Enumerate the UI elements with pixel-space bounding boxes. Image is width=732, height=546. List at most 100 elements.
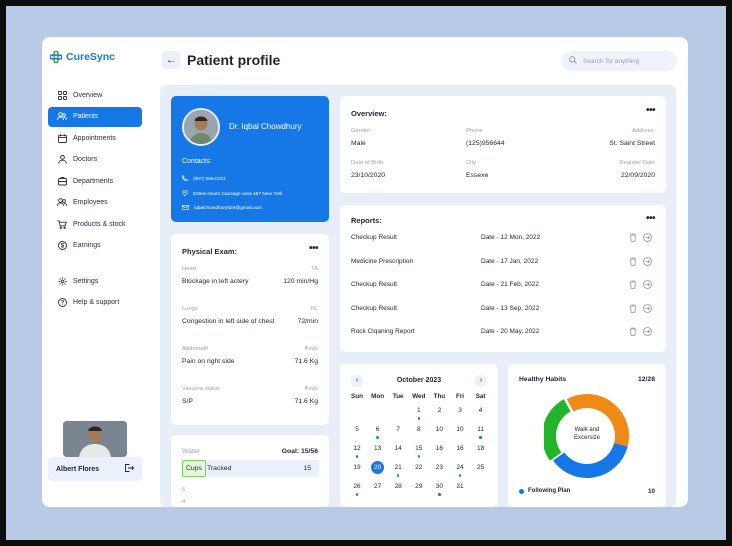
sidebar-item-products-stock[interactable]: Products & stock [48,214,142,234]
logo[interactable]: CureSync [50,51,115,63]
sidebar-item-settings[interactable]: Settings [48,271,142,291]
report-row[interactable]: Rock Clqaning Report Date - 20 May, 2022 [351,327,652,340]
arrow-right-circle-icon[interactable] [643,327,652,338]
calendar-day[interactable]: 8 [409,426,429,433]
legend-value: 10 [647,488,655,495]
calendar-day[interactable]: 25 [471,464,491,471]
event-dot [376,436,379,439]
trash-icon[interactable] [629,257,637,268]
overview-label: Gender [351,128,371,134]
calendar-day[interactable]: 29 [409,483,429,490]
exam-value: S/P [182,398,193,405]
calendar-day[interactable]: 16 [429,445,449,452]
overview-value: Male [351,140,366,147]
user-card[interactable]: Albert Flores [48,457,142,481]
calendar-day[interactable]: 26 [347,483,367,490]
report-row[interactable]: Checkup Result Date - 12 Mon, 2022 [351,233,652,246]
location-icon [182,189,188,198]
calendar-day[interactable]: 11 [471,426,491,433]
logout-icon[interactable] [125,464,135,474]
app-window: CureSync Overview Patients Appointments … [42,37,688,507]
report-row[interactable]: Medicine Prescription Date - 17 Jan, 2022 [351,256,652,270]
calendar-day[interactable]: 2 [429,407,449,414]
calendar-day[interactable]: 7 [388,426,408,433]
contact-email: iqbalchowdhury628@gmail.com [182,205,262,212]
trash-icon[interactable] [629,280,637,291]
calendar-day[interactable]: 10 [429,426,449,433]
page-title: Patient profile [187,52,281,68]
calendar-day[interactable]: 5 [347,426,367,433]
exam-label: Lungs [182,306,198,312]
next-month-button[interactable]: › [475,375,487,387]
event-dot [458,474,462,477]
more-icon[interactable]: ••• [646,213,656,224]
overview-label: City [466,160,476,166]
report-row[interactable]: Checkup Result Date - 21 Feb, 2022 [351,280,652,293]
exam-measure: 71.6 Kg [294,358,318,365]
search-input[interactable]: Search for anything [561,51,677,71]
arrow-right-circle-icon[interactable] [643,303,652,315]
calendar-day[interactable]: 12 [347,445,367,452]
arrow-right-circle-icon[interactable] [643,256,652,268]
calendar-day[interactable]: 24 [450,464,470,471]
event-dot [355,455,359,458]
user-name: Albert Flores [56,465,100,473]
dollar-icon: $ [57,241,67,251]
sidebar-item-overview[interactable]: Overview [48,85,142,105]
event-dot [396,474,400,477]
trash-icon[interactable] [629,327,637,338]
calendar-day[interactable]: 21 [388,464,408,471]
report-row[interactable]: Checkup Result Date - 13 Sep, 2022 [351,303,652,317]
calendar-day[interactable]: 15 [409,445,429,452]
sidebar-item-employees[interactable]: Employees [48,193,142,213]
sidebar-item-patients[interactable]: Patients [48,106,142,127]
report-actions [629,280,652,291]
trash-icon[interactable] [629,233,637,244]
employees-icon [57,198,67,208]
back-button[interactable]: ← [162,51,180,69]
calendar-day[interactable]: 6 [368,426,388,433]
trash-icon[interactable] [629,304,637,315]
calendar-day[interactable]: 22 [409,464,429,471]
mail-icon [182,205,190,212]
sidebar-item-earnings[interactable]: $ Earnings [48,236,142,256]
building-icon [57,176,67,186]
calendar-day[interactable]: 14 [388,445,408,452]
more-icon[interactable]: ••• [646,105,656,116]
sidebar-item-appointments[interactable]: Appointments [48,128,142,148]
search-placeholder: Search for anything [583,57,640,65]
calendar-day[interactable]: 23 [429,464,449,471]
event-dot [417,455,420,458]
water-count: 15 [303,465,311,472]
calendar-day[interactable]: 27 [368,483,388,490]
calendar-day[interactable]: 31 [450,483,470,490]
report-date: Date - 17 Jan, 2022 [481,257,539,265]
calendar-day[interactable]: 3 [450,407,470,414]
sidebar-item-help[interactable]: ? Help & support [48,293,142,313]
calendar-day[interactable]: 18 [471,445,491,452]
calendar-day[interactable]: 1 [409,407,429,414]
calendar-day[interactable]: 4 [471,407,491,414]
calendar-day[interactable]: 13 [368,445,388,452]
arrow-right-circle-icon[interactable] [643,280,652,291]
main-area: ← Patient profile Search for anything Dr… [154,37,688,507]
contact-phone-text: (907) 555-0101 [193,176,226,182]
calendar-day[interactable]: 30 [429,483,449,490]
arrow-right-circle-icon[interactable] [643,233,652,244]
report-date: Date - 20 May, 2022 [481,328,540,335]
sidebar-item-doctors[interactable]: Doctors [48,150,142,170]
more-icon[interactable]: ••• [309,243,319,254]
exam-code: Pods [304,386,318,392]
sidebar-item-label: Patients [73,113,99,120]
calendar-day[interactable]: 19 [347,464,367,471]
calendar-day-selected[interactable]: 20 [371,461,385,474]
exam-code: TA [311,266,318,272]
overview-value: (125)956644 [466,140,505,147]
calendar-day[interactable]: 10 [450,426,470,433]
calendar-day[interactable]: 16 [450,445,470,452]
sidebar-item-label: Settings [73,277,99,285]
exam-label: Vasuma status [182,386,220,392]
exam-value: Pain on right side [182,358,235,365]
sidebar-item-departments[interactable]: Departments [48,171,142,191]
calendar-day[interactable]: 28 [388,483,408,490]
